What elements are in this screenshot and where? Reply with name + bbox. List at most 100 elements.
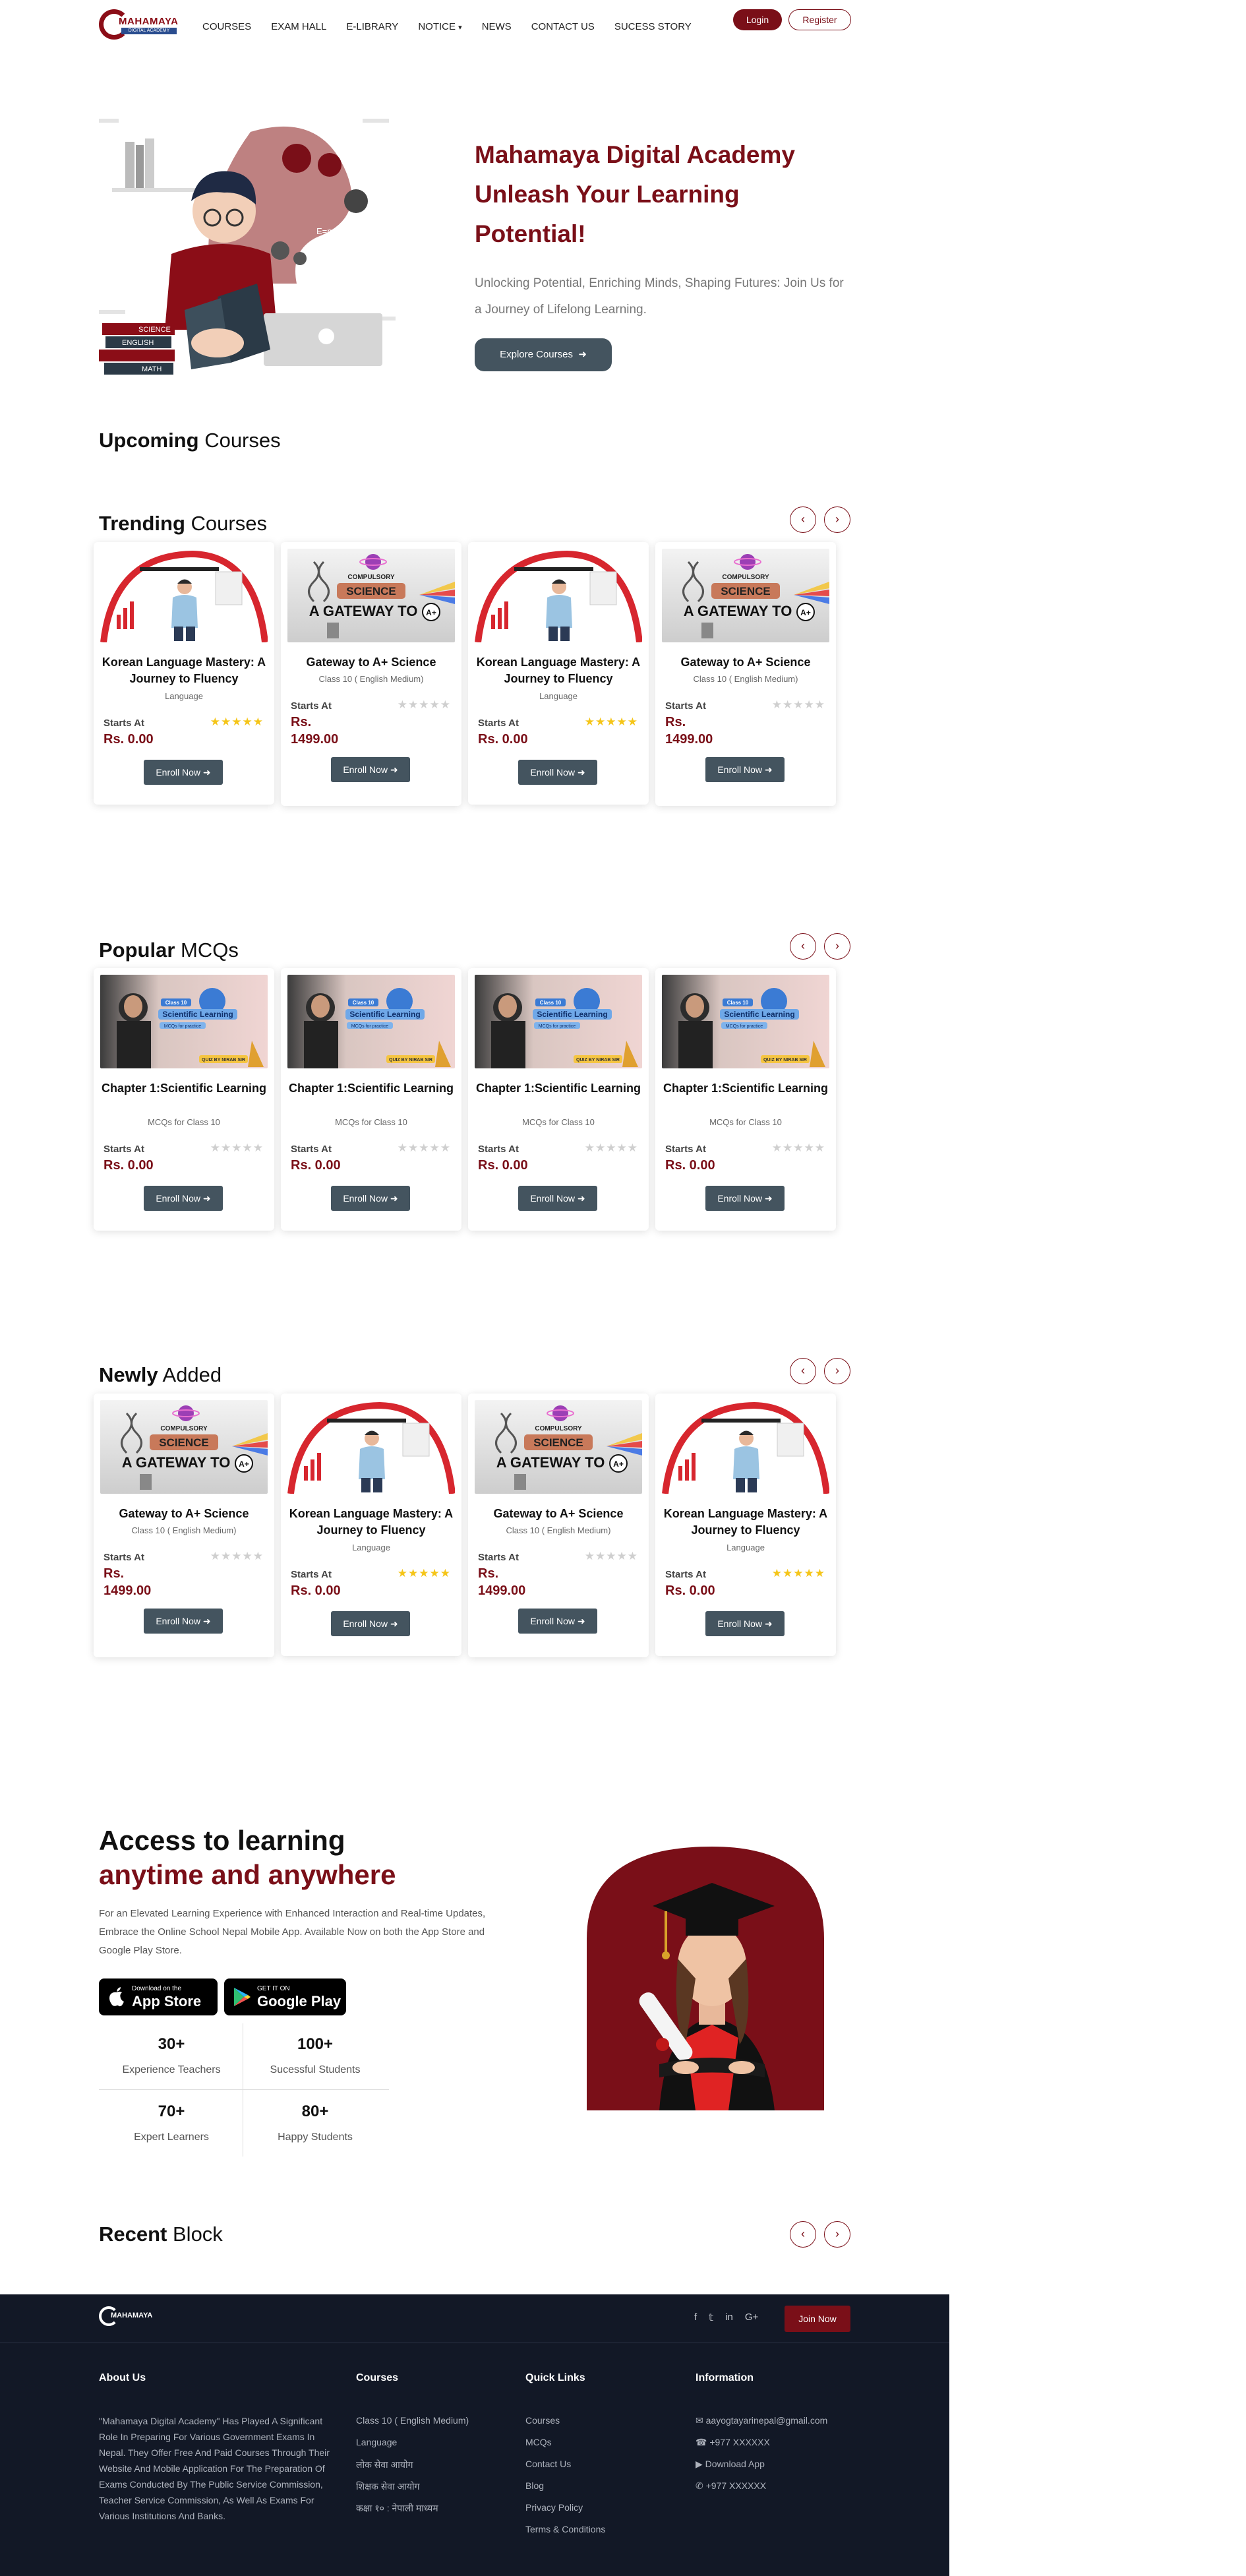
join-now-button[interactable]: Join Now [785, 2306, 850, 2332]
app-store-button[interactable]: Download on the App Store [99, 1978, 218, 2015]
nav-success-story[interactable]: SUCESS STORY [614, 21, 692, 32]
course-price: Rs. 0.00 [665, 1158, 715, 1173]
popular-prev-button[interactable]: ‹ [790, 933, 816, 960]
course-thumbnail[interactable]: COMPULSORY SCIENCE A GATEWAY TO A+ [662, 549, 829, 642]
facebook-icon[interactable]: f [694, 2312, 697, 2323]
footer-whatsapp[interactable]: ✆ +977 XXXXXX [696, 2480, 827, 2502]
course-thumbnail[interactable]: COMPULSORY SCIENCE A GATEWAY TO A+ [100, 1400, 268, 1494]
enroll-now-button[interactable]: Enroll Now ➜ [518, 760, 597, 785]
course-thumbnail[interactable]: Class 10 Scientific Learning MCQs for prac… [100, 975, 268, 1068]
course-title[interactable]: Korean Language Mastery: A Journey to Fl… [287, 1506, 455, 1539]
footer-course-link[interactable]: Class 10 ( English Medium) [356, 2415, 469, 2437]
enroll-now-button[interactable]: Enroll Now ➜ [705, 1186, 785, 1211]
course-title[interactable]: Gateway to A+ Science [100, 1506, 268, 1522]
course-title[interactable]: Korean Language Mastery: A Journey to Fl… [100, 654, 268, 687]
nav-notice[interactable]: NOTICE ▾ [418, 21, 461, 32]
course-thumbnail[interactable]: Class 10 Scientific Learning MCQs for prac… [475, 975, 642, 1068]
course-title[interactable]: Gateway to A+ Science [475, 1506, 642, 1522]
arrow-right-icon: ➜ [764, 764, 773, 775]
course-card[interactable]: COMPULSORY SCIENCE A GATEWAY TO A+ Gateway t… [94, 1394, 274, 1657]
course-title[interactable]: Chapter 1:Scientific Learning [662, 1080, 829, 1097]
course-card[interactable]: Class 10 Scientific Learning MCQs for prac… [468, 968, 649, 1231]
recent-next-button[interactable]: › [824, 2221, 850, 2248]
footer-link-blog[interactable]: Blog [525, 2480, 605, 2502]
footer-logo[interactable]: MAHAMAYA [99, 2306, 165, 2326]
course-title[interactable]: Gateway to A+ Science [287, 654, 455, 671]
course-thumbnail-korean [100, 549, 268, 642]
linkedin-icon[interactable]: in [725, 2312, 733, 2323]
course-title[interactable]: Chapter 1:Scientific Learning [475, 1080, 642, 1097]
course-thumbnail[interactable]: COMPULSORY SCIENCE A GATEWAY TO A+ [287, 549, 455, 642]
course-thumbnail[interactable] [662, 1400, 829, 1494]
course-title[interactable]: Korean Language Mastery: A Journey to Fl… [475, 654, 642, 687]
popular-next-button[interactable]: › [824, 933, 850, 960]
enroll-now-button[interactable]: Enroll Now ➜ [518, 1609, 597, 1634]
enroll-now-button[interactable]: Enroll Now ➜ [331, 1186, 410, 1211]
recent-prev-button[interactable]: ‹ [790, 2221, 816, 2248]
footer-link-terms[interactable]: Terms & Conditions [525, 2524, 605, 2546]
enroll-now-button[interactable]: Enroll Now ➜ [331, 757, 410, 782]
newly-next-button[interactable]: › [824, 1358, 850, 1384]
footer-link-contact[interactable]: Contact Us [525, 2459, 605, 2480]
course-thumbnail[interactable]: COMPULSORY SCIENCE A GATEWAY TO A+ [475, 1400, 642, 1494]
course-title[interactable]: Gateway to A+ Science [662, 654, 829, 671]
footer-phone[interactable]: ☎ +977 XXXXXX [696, 2437, 827, 2459]
course-card[interactable]: Korean Language Mastery: A Journey to Fl… [281, 1394, 461, 1656]
course-thumbnail[interactable]: Class 10 Scientific Learning MCQs for prac… [662, 975, 829, 1068]
nav-e-library[interactable]: E-LIBRARY [346, 21, 398, 32]
enroll-now-button[interactable]: Enroll Now ➜ [331, 1611, 410, 1636]
nav-notice-label: NOTICE [418, 21, 456, 32]
course-card[interactable]: Korean Language Mastery: A Journey to Fl… [468, 542, 649, 805]
explore-courses-button[interactable]: Explore Courses ➜ [475, 338, 612, 371]
course-title[interactable]: Chapter 1:Scientific Learning [287, 1080, 455, 1097]
course-card[interactable]: COMPULSORY SCIENCE A GATEWAY TO A+ Gateway t… [655, 542, 836, 806]
course-card[interactable]: COMPULSORY SCIENCE A GATEWAY TO A+ Gateway t… [281, 542, 461, 806]
arrow-right-icon: ➜ [764, 1193, 773, 1204]
course-card[interactable]: Class 10 Scientific Learning MCQs for prac… [655, 968, 836, 1231]
register-button[interactable]: Register [788, 9, 851, 30]
course-card[interactable]: Class 10 Scientific Learning MCQs for prac… [94, 968, 274, 1231]
nav-news[interactable]: NEWS [482, 21, 512, 32]
course-card[interactable]: COMPULSORY SCIENCE A GATEWAY TO A+ Gateway t… [468, 1394, 649, 1657]
title-bold: Upcoming [99, 429, 199, 452]
enroll-now-button[interactable]: Enroll Now ➜ [705, 1611, 785, 1636]
footer-course-link[interactable]: लोक सेवा आयोग [356, 2459, 469, 2480]
course-title[interactable]: Korean Language Mastery: A Journey to Fl… [662, 1506, 829, 1539]
twitter-icon[interactable]: 𝕥 [709, 2312, 713, 2323]
footer-course-link[interactable]: Language [356, 2437, 469, 2459]
course-card[interactable]: Korean Language Mastery: A Journey to Fl… [655, 1394, 836, 1656]
course-card[interactable]: Class 10 Scientific Learning MCQs for prac… [281, 968, 461, 1231]
nav-contact-us[interactable]: CONTACT US [531, 21, 595, 32]
nav-exam-hall[interactable]: EXAM HALL [271, 21, 326, 32]
course-thumbnail[interactable] [475, 549, 642, 642]
footer-link-privacy[interactable]: Privacy Policy [525, 2502, 605, 2524]
trending-next-button[interactable]: › [824, 506, 850, 533]
course-title[interactable]: Chapter 1:Scientific Learning [100, 1080, 268, 1097]
footer-link-mcqs[interactable]: MCQs [525, 2437, 605, 2459]
apple-icon [109, 1987, 124, 2007]
footer-course-link[interactable]: शिक्षक सेवा आयोग [356, 2480, 469, 2502]
trending-prev-button[interactable]: ‹ [790, 506, 816, 533]
course-card[interactable]: Korean Language Mastery: A Journey to Fl… [94, 542, 274, 805]
course-thumbnail[interactable]: Class 10 Scientific Learning MCQs for prac… [287, 975, 455, 1068]
course-thumbnail-science: COMPULSORY SCIENCE A GATEWAY TO A+ [662, 549, 829, 642]
newly-prev-button[interactable]: ‹ [790, 1358, 816, 1384]
google-plus-icon[interactable]: G+ [745, 2312, 758, 2323]
login-button[interactable]: Login [733, 9, 782, 30]
course-thumbnail[interactable] [100, 549, 268, 642]
course-thumbnail[interactable] [287, 1400, 455, 1494]
nav-courses[interactable]: COURSES [202, 21, 251, 32]
enroll-now-button[interactable]: Enroll Now ➜ [144, 760, 223, 785]
enroll-now-button[interactable]: Enroll Now ➜ [144, 1609, 223, 1634]
enroll-now-button[interactable]: Enroll Now ➜ [518, 1186, 597, 1211]
enroll-now-button[interactable]: Enroll Now ➜ [144, 1186, 223, 1211]
footer-email[interactable]: ✉ aayogtayarinepal@gmail.com [696, 2415, 827, 2437]
footer-download-app[interactable]: ▶ Download App [696, 2459, 827, 2480]
svg-text:COMPULSORY: COMPULSORY [722, 574, 769, 581]
google-play-button[interactable]: GET IT ON Google Play [224, 1978, 346, 2015]
site-logo[interactable]: MAHAMAYA DIGITAL ACADEMY [99, 9, 185, 40]
enroll-now-button[interactable]: Enroll Now ➜ [705, 757, 785, 782]
footer-link-courses[interactable]: Courses [525, 2415, 605, 2437]
footer-course-link[interactable]: कक्षा १० : नेपाली माध्यम [356, 2502, 469, 2524]
rating-stars-icon: ★★★★★ [210, 716, 264, 728]
